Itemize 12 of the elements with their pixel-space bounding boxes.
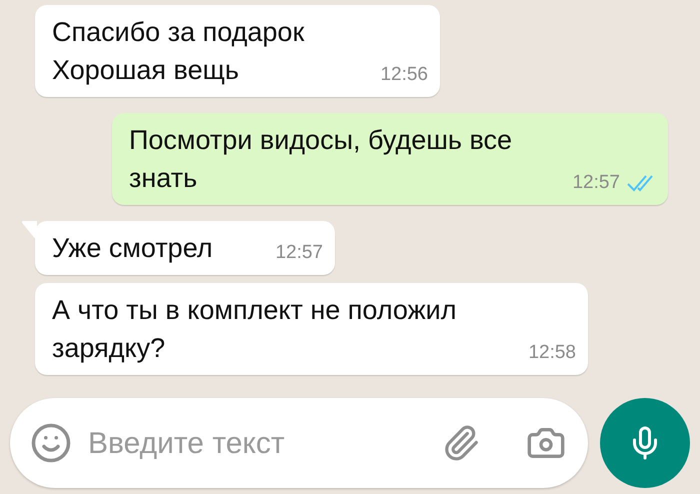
- composer-bar[interactable]: Введите текст: [10, 398, 588, 488]
- message-time: 12:57: [275, 240, 323, 264]
- message-text: А что ты в комплект не положил зарядку?: [52, 294, 458, 365]
- message-time: 12:57: [572, 170, 620, 194]
- message-text: Спасибо за подарок Хорошая вещь: [52, 16, 304, 87]
- message-time: 12:58: [528, 340, 576, 364]
- message-text: Посмотри видосы, будешь все знать: [129, 124, 514, 195]
- message-input[interactable]: Введите текст: [88, 420, 426, 466]
- message-time: 12:56: [380, 62, 428, 86]
- attach-icon[interactable]: [442, 424, 480, 462]
- message-text: Уже смотрел: [52, 232, 213, 265]
- emoji-icon[interactable]: [30, 422, 72, 464]
